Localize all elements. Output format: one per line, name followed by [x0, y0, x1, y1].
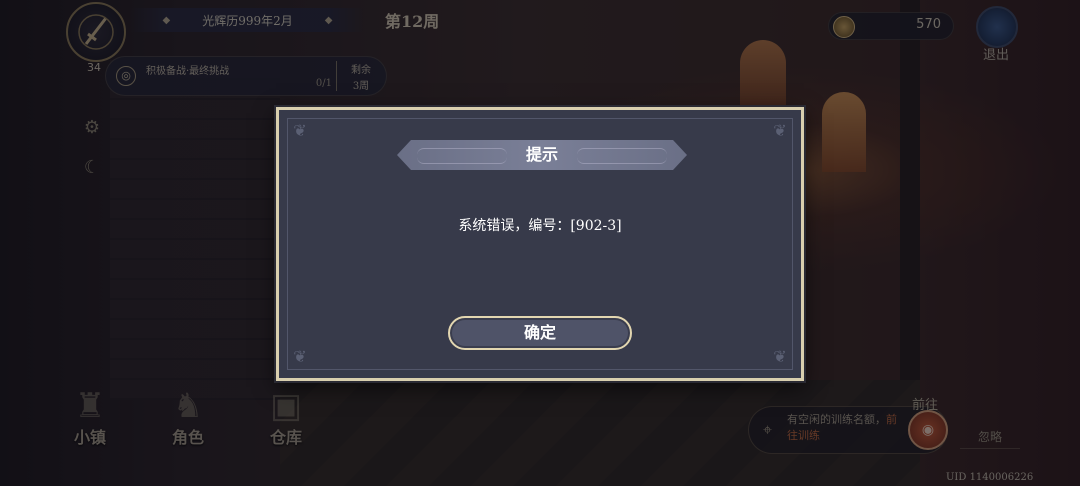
corner-ornament-icon: ❦ [293, 121, 307, 140]
corner-ornament-icon: ❦ [773, 347, 787, 366]
dialog-title: 提示 [525, 145, 558, 164]
dialog-message: 系统错误，编号：[902-3] [458, 218, 622, 234]
corner-ornament-icon: ❦ [773, 121, 787, 140]
corner-ornament-icon: ❦ [293, 347, 307, 366]
error-dialog: ❦ ❦ ❦ ❦ 提示 系统错误，编号：[902-3] 确定 [276, 107, 804, 381]
confirm-button[interactable]: 确定 [448, 316, 632, 350]
dialog-title-bar: 提示 [397, 140, 687, 170]
